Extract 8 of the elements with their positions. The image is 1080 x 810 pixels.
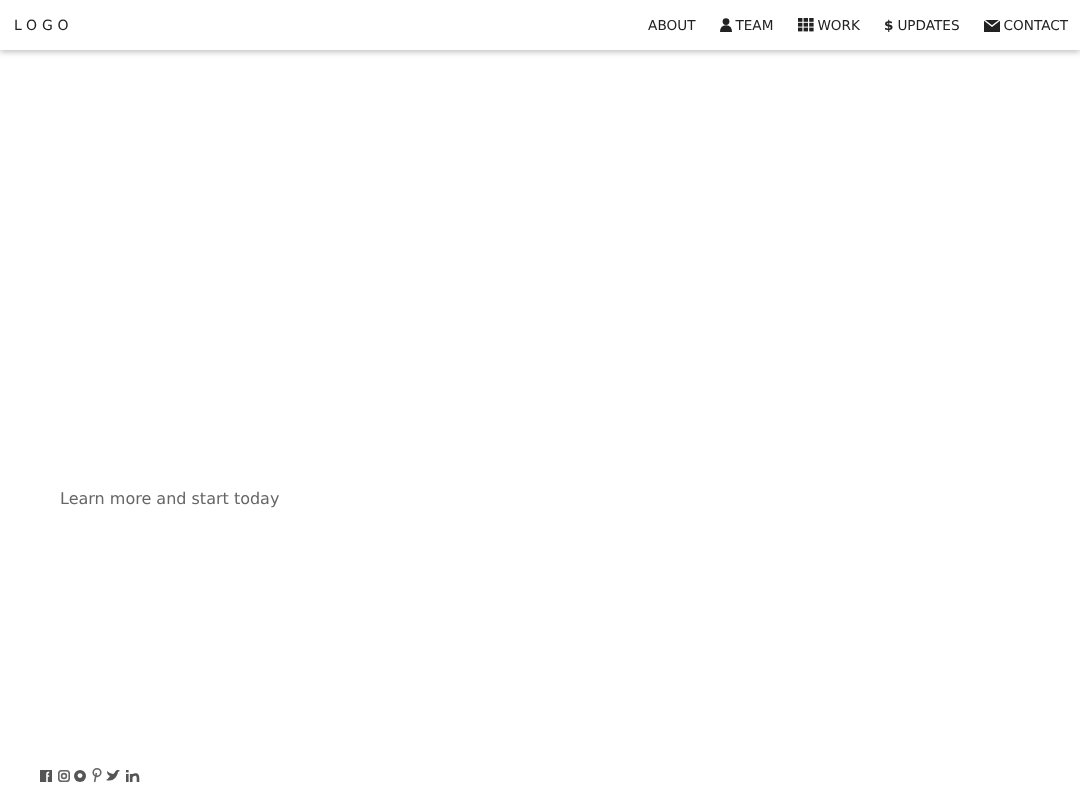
- instagram-icon[interactable]: [57, 769, 69, 781]
- hero-text: Learn more and start today: [60, 490, 280, 508]
- user-icon: [719, 18, 732, 32]
- linkedin-icon[interactable]: [125, 769, 139, 781]
- facebook-icon[interactable]: [40, 769, 52, 781]
- envelope-icon: [983, 19, 1000, 31]
- grid-icon: [797, 18, 814, 32]
- bird-icon[interactable]: [106, 769, 120, 781]
